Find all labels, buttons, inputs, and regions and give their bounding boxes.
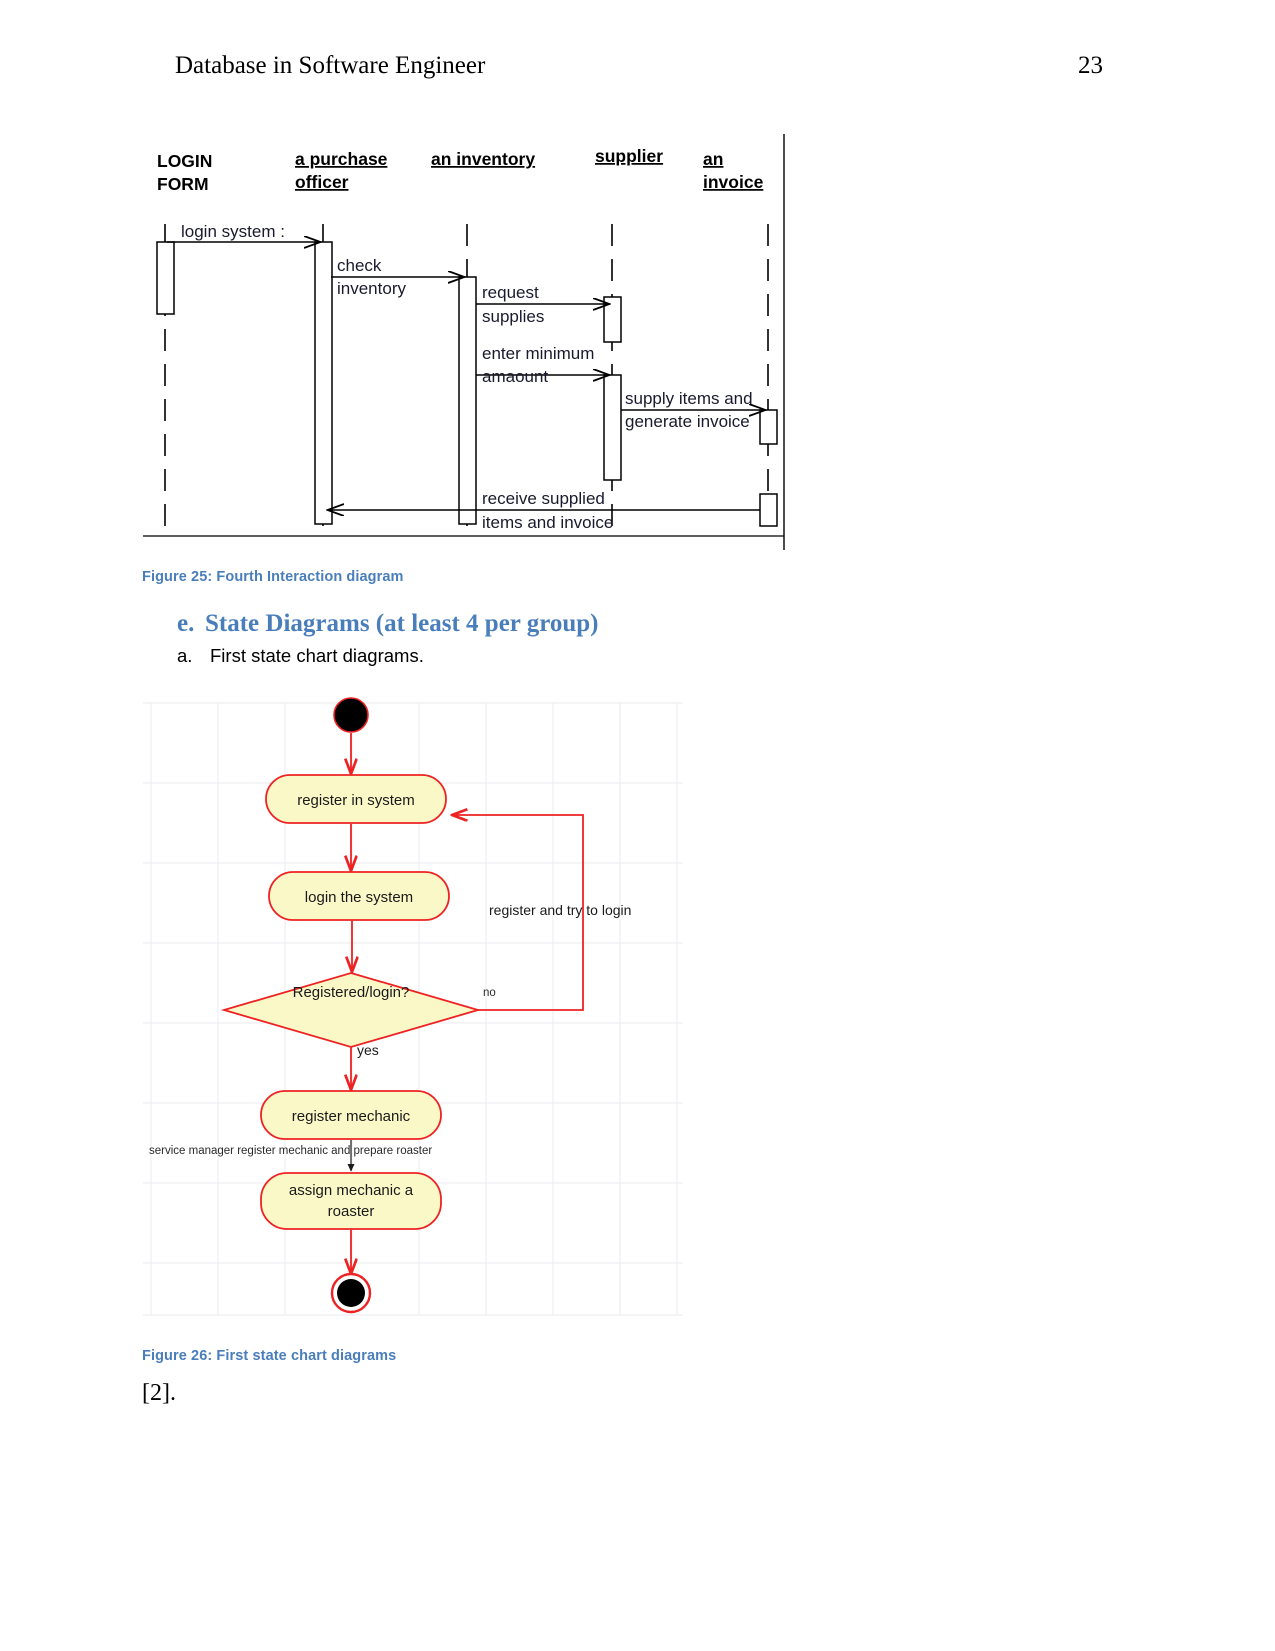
page-header: Database in Software Engineer 23 [0, 52, 1275, 86]
message-label-login-system: login system : [181, 222, 285, 241]
state-register-mechanic-label: register mechanic [292, 1108, 411, 1125]
initial-node [333, 697, 369, 733]
lifeline-header-login-form-line1: LOGIN [157, 151, 212, 171]
edge-label-service-manager: service manager register mechanic and pr… [149, 1145, 432, 1157]
edge-label-register-retry: register and try to login [489, 902, 631, 918]
reference-note: [2]. [142, 1380, 176, 1406]
state-register-in-system-label: register in system [297, 792, 415, 809]
section-subitem-a: a. First state chart diagrams. [177, 645, 877, 667]
message-label-supply-items-line1: supply items and [625, 389, 753, 408]
section-heading-marker: e. [177, 610, 195, 637]
state-assign-mechanic-roaster-label-line2: roaster [328, 1203, 375, 1220]
page-title: Database in Software Engineer [175, 52, 486, 79]
activation-supplier-2 [603, 374, 622, 481]
message-label-request-supplies-line1: request [482, 283, 539, 302]
lifeline-header-purchase-officer-line2: officer [295, 172, 349, 192]
activation-invoice-2 [759, 493, 778, 527]
message-label-receive-supplied-line1: receive supplied [482, 489, 605, 508]
lifeline-header-inventory: an inventory [431, 149, 535, 169]
state-chart-figure: register in system login the system Regi… [143, 685, 683, 1330]
section-heading-e: e. State Diagrams (at least 4 per group) [177, 610, 877, 638]
final-node-core [337, 1279, 365, 1307]
lifeline-header-supplier: supplier [595, 146, 663, 166]
message-label-request-supplies-line2: supplies [482, 307, 544, 326]
sequence-diagram-figure: LOGIN FORM a purchase officer an invento… [143, 132, 788, 552]
lifeline-header-purchase-officer-line1: a purchase [295, 149, 388, 169]
decision-registered-login-label: Registered/login? [293, 984, 410, 1001]
message-label-supply-items-line2: generate invoice [625, 412, 750, 431]
page-number: 23 [1078, 52, 1103, 79]
figure-caption-25: Figure 25: Fourth Interaction diagram [142, 569, 404, 585]
activation-invoice-1 [759, 409, 778, 445]
message-label-check-inventory-line2: inventory [337, 279, 406, 298]
activation-login-form [156, 241, 175, 315]
activation-bars-group [156, 241, 778, 527]
message-label-enter-minimum-line1: enter minimum [482, 344, 594, 363]
section-subitem-marker: a. [177, 645, 193, 666]
lifeline-header-invoice-line2: invoice [703, 172, 764, 192]
edge-label-yes: yes [357, 1042, 379, 1058]
state-assign-mechanic-roaster-label-line1: assign mechanic a [289, 1182, 414, 1199]
lifeline-header-invoice-line1: an [703, 149, 723, 169]
section-subitem-text: First state chart diagrams. [210, 645, 424, 666]
figure-caption-26: Figure 26: First state chart diagrams [142, 1348, 397, 1364]
message-label-enter-minimum-line2: amaount [482, 367, 548, 386]
activation-purchase-officer [314, 241, 333, 525]
message-label-check-inventory-line1: check [337, 256, 382, 275]
section-heading-text: State Diagrams (at least 4 per group) [205, 610, 599, 637]
lifeline-header-login-form-line2: FORM [157, 174, 209, 194]
edge-label-no: no [483, 987, 496, 999]
state-login-the-system-label: login the system [305, 889, 413, 906]
message-label-receive-supplied-line2: items and invoice [482, 513, 613, 532]
activation-inventory [458, 276, 477, 525]
